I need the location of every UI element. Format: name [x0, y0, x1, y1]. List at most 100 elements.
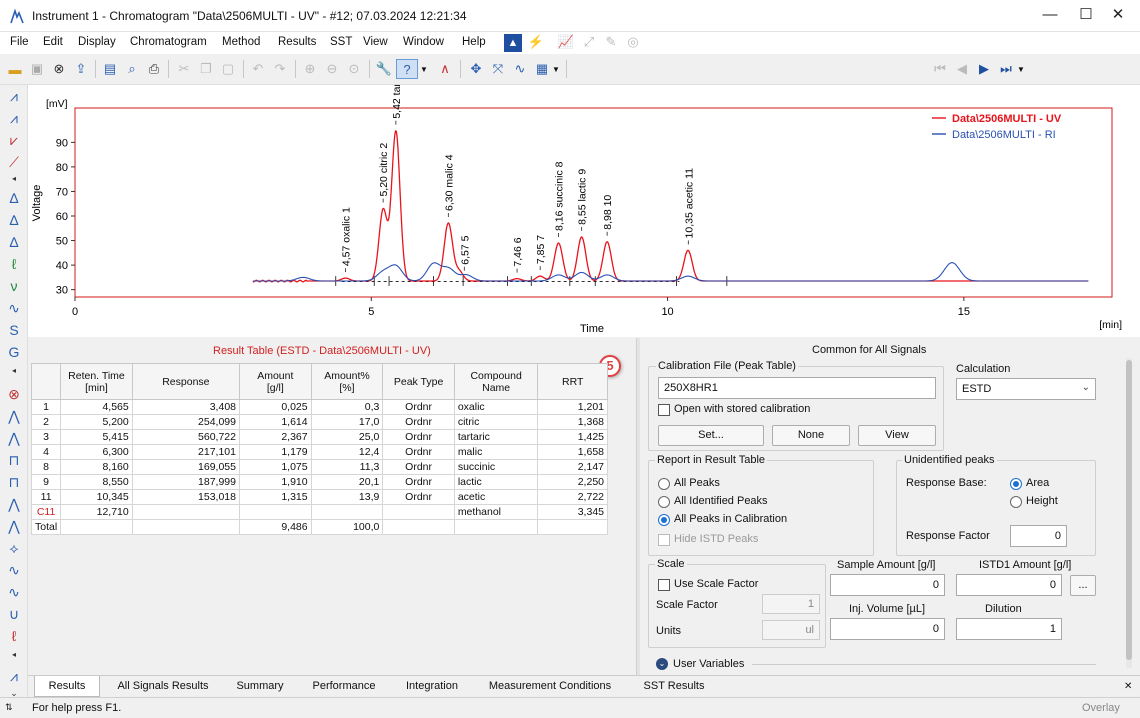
- menu-display[interactable]: Display: [78, 36, 116, 48]
- scrollbar-thumb[interactable]: [1126, 360, 1132, 660]
- table-cell[interactable]: 17,0: [310, 414, 384, 430]
- open-folder-icon[interactable]: ▬: [5, 59, 25, 79]
- paste-icon[interactable]: ▢: [218, 59, 238, 79]
- none-button[interactable]: None: [772, 425, 850, 446]
- table-cell[interactable]: [453, 519, 539, 535]
- set-button[interactable]: Set...: [658, 425, 764, 446]
- save-icon[interactable]: ▣: [27, 59, 47, 79]
- front-tangent-icon[interactable]: ⋀: [5, 407, 23, 425]
- radio-all-peaks[interactable]: [658, 478, 670, 490]
- table-cell[interactable]: 254,099: [131, 414, 241, 430]
- right-scrollbar[interactable]: [1126, 358, 1132, 668]
- peak-shoulder-icon[interactable]: ∆: [5, 233, 23, 251]
- width-icon[interactable]: ⟡: [5, 539, 23, 557]
- peak-shape-icon[interactable]: ∆: [5, 189, 23, 207]
- table-cell[interactable]: 4: [30, 444, 62, 460]
- col-header-rrt[interactable]: RRT: [537, 363, 608, 400]
- calibration-file-input[interactable]: 250X8HR1: [658, 377, 936, 399]
- table-cell[interactable]: Ordnr: [382, 459, 455, 475]
- table-cell[interactable]: 13,9: [310, 489, 384, 505]
- table-cell[interactable]: 5,200: [60, 414, 133, 430]
- table-cell[interactable]: 3,345: [537, 504, 608, 520]
- sine-icon[interactable]: ∿: [5, 561, 23, 579]
- table-cell[interactable]: 0,3: [310, 399, 384, 415]
- col-header-compound[interactable]: Compound Name: [453, 363, 539, 400]
- wrench-icon[interactable]: 🔧: [374, 59, 394, 79]
- fit-all-icon[interactable]: ⤧: [488, 59, 508, 79]
- table-cell[interactable]: [310, 504, 384, 520]
- table-cell[interactable]: tartaric: [453, 429, 539, 445]
- chromatogram-panel[interactable]: 30 40 50 60 70 80 90 0 5 10 15 4,57 oxalic 1 5,20 c…: [28, 54, 1140, 337]
- table-cell[interactable]: 3: [30, 429, 62, 445]
- menu-view[interactable]: View: [363, 36, 388, 48]
- table-icon[interactable]: ▦: [532, 59, 552, 79]
- table-cell[interactable]: Ordnr: [382, 399, 455, 415]
- nav-dropdown-icon[interactable]: ▼: [1016, 59, 1026, 79]
- table-cell[interactable]: Ordnr: [382, 444, 455, 460]
- table-cell[interactable]: [131, 519, 241, 535]
- table-cell[interactable]: 1,614: [239, 414, 312, 430]
- report-icon[interactable]: ▤: [100, 59, 120, 79]
- table-row[interactable]: 11 10,345 153,018 1,315 13,9 Ordnr acetic 2,722: [30, 489, 608, 505]
- menu-edit[interactable]: Edit: [43, 36, 63, 48]
- baseline-icon[interactable]: ∿: [510, 59, 530, 79]
- table-cell[interactable]: 153,018: [131, 489, 241, 505]
- table-cell[interactable]: 2,250: [537, 474, 608, 490]
- table-cell[interactable]: 217,101: [131, 444, 241, 460]
- inj-volume-input[interactable]: 0: [830, 618, 945, 640]
- zoom-out-icon[interactable]: ⊖: [322, 59, 342, 79]
- menu-window[interactable]: Window: [403, 36, 444, 48]
- table-cell[interactable]: [382, 504, 455, 520]
- table-cell[interactable]: 1,315: [239, 489, 312, 505]
- table-cell[interactable]: 25,0: [310, 429, 384, 445]
- col-header-response[interactable]: Response: [131, 363, 241, 400]
- table-cell[interactable]: 100,0: [310, 519, 384, 535]
- table-cell[interactable]: C11: [30, 504, 62, 520]
- table-row[interactable]: 1 4,565 3,408 0,025 0,3 Ordnr oxalic 1,201: [30, 399, 608, 415]
- radio-calibration-peaks[interactable]: [658, 514, 670, 526]
- table-cell[interactable]: 1: [30, 399, 62, 415]
- table-row[interactable]: Total 9,486 100,0: [30, 519, 608, 535]
- menu-results[interactable]: Results: [278, 36, 316, 48]
- table-cell[interactable]: 2,367: [239, 429, 312, 445]
- table-cell[interactable]: 187,999: [131, 474, 241, 490]
- radio-identified-peaks[interactable]: [658, 496, 670, 508]
- table-dropdown-icon[interactable]: ▼: [551, 59, 561, 79]
- table-cell[interactable]: [239, 504, 312, 520]
- zoom-in-icon[interactable]: ⊕: [300, 59, 320, 79]
- table-cell[interactable]: [131, 504, 241, 520]
- table-cell[interactable]: 0,025: [239, 399, 312, 415]
- table-cell[interactable]: Ordnr: [382, 474, 455, 490]
- table-cell[interactable]: 1,075: [239, 459, 312, 475]
- menu-file[interactable]: File: [10, 36, 29, 48]
- table-cell[interactable]: oxalic: [453, 399, 539, 415]
- table-cell[interactable]: 9,486: [239, 519, 312, 535]
- tail-tangent-icon[interactable]: ⋀: [5, 429, 23, 447]
- table-cell[interactable]: [60, 519, 133, 535]
- table-row[interactable]: 3 5,415 560,722 2,367 25,0 Ordnr tartaric 1,425: [30, 429, 608, 445]
- peak-info-icon[interactable]: ⩘: [5, 667, 23, 685]
- open-stored-checkbox[interactable]: [658, 404, 670, 416]
- table-row[interactable]: 8 8,160 169,055 1,075 11,3 Ordnr succinic 2,147: [30, 459, 608, 475]
- table-cell[interactable]: 9: [30, 474, 62, 490]
- menu-help[interactable]: Help: [462, 36, 486, 48]
- table-row[interactable]: 4 6,300 217,101 1,179 12,4 Ordnr malic 1,658: [30, 444, 608, 460]
- collapse-icon[interactable]: ◂: [5, 173, 23, 183]
- print-icon[interactable]: ⎙: [144, 59, 164, 79]
- table-cell[interactable]: malic: [453, 444, 539, 460]
- collapse-3-icon[interactable]: ◂: [5, 649, 23, 659]
- wave-icon[interactable]: ∿: [5, 583, 23, 601]
- expand-user-variables-icon[interactable]: ⌄: [656, 658, 668, 670]
- table-cell[interactable]: methanol: [453, 504, 539, 520]
- move-icon[interactable]: ✥: [466, 59, 486, 79]
- last-icon[interactable]: ⏭: [996, 59, 1016, 79]
- use-scale-checkbox[interactable]: [658, 579, 670, 591]
- col-header-amount[interactable]: Amount [g/l]: [239, 363, 312, 400]
- help-dropdown-icon[interactable]: ▼: [419, 59, 429, 79]
- curve-icon[interactable]: ∪: [5, 605, 23, 623]
- peak-split-icon[interactable]: ∆: [5, 211, 23, 229]
- table-cell[interactable]: 4,565: [60, 399, 133, 415]
- radio-height[interactable]: [1010, 496, 1022, 508]
- signal-icon[interactable]: ⚡: [527, 34, 545, 52]
- tab-integration[interactable]: Integration: [394, 676, 470, 697]
